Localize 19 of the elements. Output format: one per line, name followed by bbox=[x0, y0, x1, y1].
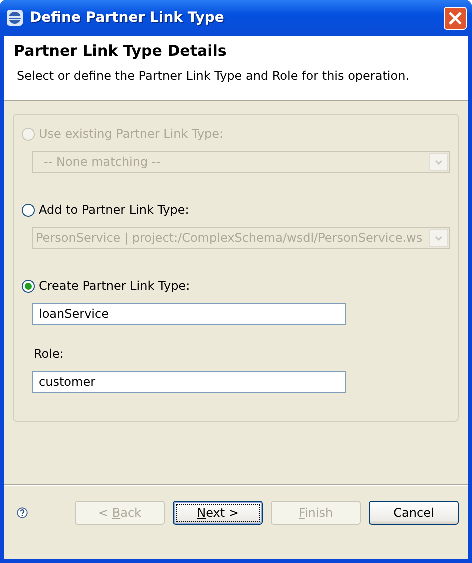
help-icon[interactable] bbox=[17, 506, 28, 520]
close-button[interactable] bbox=[444, 6, 467, 30]
text-field[interactable]: loanService bbox=[32, 303, 346, 325]
chevron-down-icon bbox=[434, 236, 442, 240]
role-field[interactable]: customer bbox=[32, 371, 346, 393]
radio-label: Use existing Partner Link Type: bbox=[39, 127, 224, 141]
page-title: Partner Link Type Details bbox=[14, 42, 228, 60]
radio-button[interactable] bbox=[22, 204, 35, 216]
role-label: Role: bbox=[34, 347, 65, 363]
close-icon bbox=[448, 10, 463, 26]
chevron-down-icon bbox=[434, 160, 442, 164]
dialog-button[interactable]: Cancel bbox=[369, 501, 459, 525]
window-title: Define Partner Link Type bbox=[30, 10, 226, 26]
app-icon bbox=[6, 9, 24, 27]
radio-button[interactable] bbox=[22, 280, 35, 292]
dialog-button[interactable]: Next > bbox=[173, 501, 263, 525]
radio-label: Add to Partner Link Type: bbox=[39, 203, 190, 217]
page-description: Select or define the Partner Link Type and Role for this operation. bbox=[16, 69, 411, 83]
radio-label: Create Partner Link Type: bbox=[39, 279, 190, 293]
